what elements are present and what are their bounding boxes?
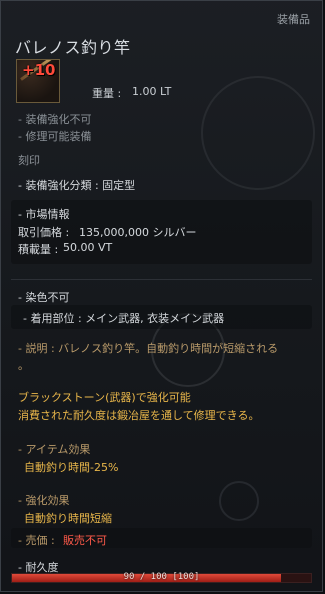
stock-value: 50.00 VT bbox=[63, 241, 113, 254]
weight-label: 重量 : bbox=[92, 87, 122, 100]
enhance-level-badge: +10 bbox=[22, 61, 56, 79]
item-name: バレノス釣り竿 bbox=[15, 38, 131, 57]
sell-price-label: - 売価 : bbox=[18, 534, 55, 547]
engraving-label: 刻印 bbox=[18, 154, 40, 167]
not-enhanceable-note: - 装備強化不可 bbox=[18, 113, 92, 126]
market-info-title: - 市場情報 bbox=[18, 208, 70, 221]
trade-price-label: 取引価格 : bbox=[18, 226, 70, 239]
dye-status: - 染色不可 bbox=[18, 291, 70, 304]
item-category: 装備品 bbox=[277, 13, 310, 26]
repairable-note: - 修理可能装備 bbox=[18, 130, 92, 143]
durability-bar: 90 / 100 [100] bbox=[11, 572, 312, 585]
equip-slot: - 着用部位 : メイン武器, 衣装メイン武器 bbox=[23, 312, 225, 325]
trade-price-value: 135,000,000 シルバー bbox=[79, 226, 197, 239]
item-tooltip: 装備品 バレノス釣り竿 +10 重量 : 1.00 LT - 装備強化不可 - … bbox=[0, 0, 323, 592]
sell-price-value: 販売不可 bbox=[63, 534, 107, 547]
background-emblem-icon bbox=[201, 76, 315, 190]
description-line-2: 。 bbox=[18, 359, 29, 372]
enhance-effect-value: 自動釣り時間短縮 bbox=[24, 512, 112, 525]
sell-price-section bbox=[11, 528, 312, 548]
fishing-rod-icon: +10 bbox=[16, 59, 60, 103]
enhance-effect-title: - 強化効果 bbox=[18, 494, 70, 507]
enhance-type: - 装備強化分類 : 固定型 bbox=[18, 179, 136, 192]
background-emblem-icon bbox=[219, 481, 259, 521]
stock-label: 積載量 : bbox=[18, 243, 59, 256]
weight-value: 1.00 LT bbox=[132, 85, 172, 98]
description-line-1: - 説明 : バレノス釣り竿。自動釣り時間が短縮される bbox=[18, 342, 279, 355]
blackstone-enhance-note: ブラックストーン(武器)で強化可能 bbox=[18, 391, 191, 404]
section-divider bbox=[11, 279, 312, 280]
item-effect-title: - アイテム効果 bbox=[18, 443, 91, 456]
durability-value: 90 / 100 [100] bbox=[123, 572, 200, 582]
item-effect-value: 自動釣り時間-25% bbox=[24, 461, 119, 474]
durability-repair-note: 消費された耐久度は鍛冶屋を通して修理できる。 bbox=[18, 409, 260, 422]
